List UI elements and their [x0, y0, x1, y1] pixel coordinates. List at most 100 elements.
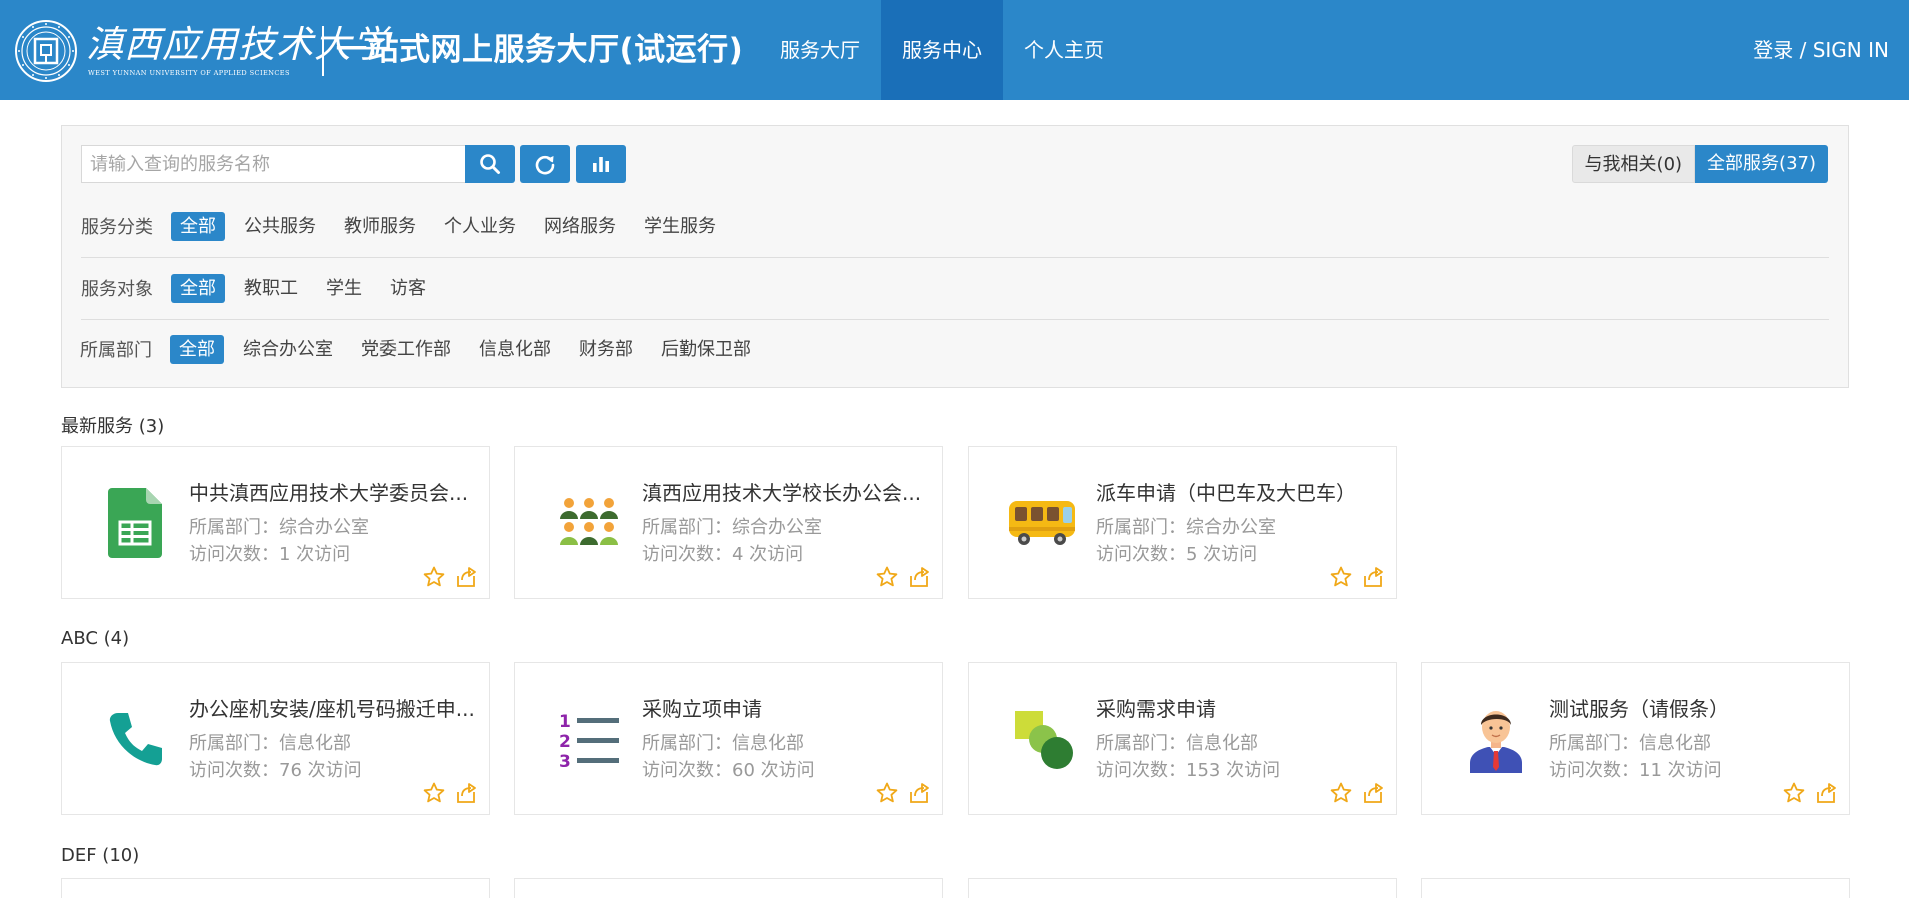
filter-chip-finance[interactable]: 财务部 [570, 335, 642, 364]
filter-label: 服务对象 [81, 279, 153, 300]
share-icon[interactable] [1361, 565, 1385, 589]
filter-chip-student[interactable]: 学生 [317, 274, 371, 303]
service-scope-toggle: 与我相关(0) 全部服务(37) [1571, 145, 1828, 183]
service-card[interactable]: 测试服务（请假条） 所属部门：信息化部 访问次数：11 次访问 [1421, 662, 1850, 815]
nav-item-service-hall[interactable]: 服务大厅 [759, 0, 881, 100]
related-to-me-button[interactable]: 与我相关(0) [1571, 145, 1696, 183]
card-department: 所属部门：综合办公室 [642, 517, 822, 538]
filter-chip-visitor[interactable]: 访客 [381, 274, 435, 303]
service-card[interactable]: 中共滇西应用技术大学委员会... 所属部门：综合办公室 访问次数：1 次访问 [61, 446, 490, 599]
filter-chip-party-work[interactable]: 党委工作部 [352, 335, 460, 364]
school-name-en: WEST YUNNAN UNIVERSITY OF APPLIED SCIENC… [88, 69, 290, 77]
person-icon [1470, 711, 1522, 773]
numbered-list-icon: 1 2 3 [559, 712, 619, 769]
section-title-def: DEF (10) [61, 845, 140, 866]
filter-chip-logistics-security[interactable]: 后勤保卫部 [652, 335, 760, 364]
card-visits: 访问次数：4 次访问 [642, 544, 804, 565]
card-visits: 访问次数：60 次访问 [642, 760, 815, 781]
filter-divider [81, 319, 1829, 320]
share-icon[interactable] [1361, 781, 1385, 805]
filter-chip-department-all[interactable]: 全部 [170, 334, 224, 364]
filter-chip-audience-all[interactable]: 全部 [171, 273, 225, 303]
card-department: 所属部门：综合办公室 [189, 517, 369, 538]
bar-chart-icon [593, 157, 609, 172]
filter-chip-personal[interactable]: 个人业务 [435, 212, 525, 241]
card-visits: 访问次数：1 次访问 [189, 544, 351, 565]
service-card[interactable]: 办公座机安装/座机号码搬迁申... 所属部门：信息化部 访问次数：76 次访问 [61, 662, 490, 815]
favorite-star-icon[interactable] [875, 781, 899, 805]
filter-chip-staff[interactable]: 教职工 [235, 274, 307, 303]
school-logo[interactable]: 滇西应用技术大学 WEST YUNNAN UNIVERSITY OF APPLI… [14, 18, 389, 84]
card-visits: 访问次数：5 次访问 [1096, 544, 1258, 565]
service-card[interactable] [1421, 878, 1850, 898]
card-visits: 访问次数：76 次访问 [189, 760, 362, 781]
filter-chip-category-all[interactable]: 全部 [171, 211, 225, 241]
filter-chip-it-department[interactable]: 信息化部 [470, 335, 560, 364]
section-title-abc: ABC (4) [61, 628, 130, 649]
card-title[interactable]: 办公座机安装/座机号码搬迁申... [189, 693, 479, 722]
filter-row-audience: 服务对象 全部 教职工 学生 访客 [81, 270, 1829, 306]
card-visits: 访问次数：153 次访问 [1096, 760, 1281, 781]
portal-title: 一站式网上服务大厅(试运行) [336, 32, 744, 68]
header-divider [322, 26, 324, 76]
spreadsheet-icon [108, 488, 162, 558]
favorite-star-icon[interactable] [422, 781, 446, 805]
service-card[interactable] [61, 878, 490, 898]
favorite-star-icon[interactable] [1329, 781, 1353, 805]
share-icon[interactable] [907, 565, 931, 589]
card-title[interactable]: 滇西应用技术大学校长办公会... [642, 477, 932, 506]
search-button[interactable] [465, 145, 515, 183]
filter-row-department: 所属部门 全部 综合办公室 党委工作部 信息化部 财务部 后勤保卫部 [80, 331, 1828, 367]
svg-text:3: 3 [559, 752, 571, 769]
top-header: 滇西应用技术大学 WEST YUNNAN UNIVERSITY OF APPLI… [0, 0, 1909, 100]
filter-divider [81, 257, 1829, 258]
filter-chip-general-office[interactable]: 综合办公室 [234, 335, 342, 364]
login-link[interactable]: 登录 / SIGN IN [1753, 0, 1889, 100]
service-card[interactable]: 滇西应用技术大学校长办公会... 所属部门：综合办公室 访问次数：4 次访问 [514, 446, 943, 599]
search-icon [480, 154, 500, 174]
phone-icon [109, 713, 162, 766]
card-title[interactable]: 采购需求申请 [1096, 693, 1386, 722]
svg-text:2: 2 [559, 732, 571, 752]
favorite-star-icon[interactable] [1329, 565, 1353, 589]
card-title[interactable]: 采购立项申请 [642, 693, 932, 722]
service-card[interactable]: 1 2 3 采购立项申请 所属部门：信息化部 访问次数：60 次访问 [514, 662, 943, 815]
bus-icon [1009, 501, 1075, 545]
refresh-icon [535, 155, 555, 175]
favorite-star-icon[interactable] [422, 565, 446, 589]
share-icon[interactable] [1814, 781, 1838, 805]
card-visits: 访问次数：11 次访问 [1549, 760, 1722, 781]
share-icon[interactable] [454, 781, 478, 805]
search-input[interactable] [81, 145, 465, 183]
favorite-star-icon[interactable] [1782, 781, 1806, 805]
filter-chip-teacher[interactable]: 教师服务 [335, 212, 425, 241]
school-seal-icon [15, 20, 77, 82]
service-card[interactable]: 采购需求申请 所属部门：信息化部 访问次数：153 次访问 [968, 662, 1397, 815]
service-card[interactable]: 派车申请（中巴车及大巴车） 所属部门：综合办公室 访问次数：5 次访问 [968, 446, 1397, 599]
share-icon[interactable] [454, 565, 478, 589]
card-department: 所属部门：信息化部 [1549, 733, 1711, 754]
favorite-star-icon[interactable] [875, 565, 899, 589]
all-services-button[interactable]: 全部服务(37) [1695, 145, 1828, 183]
card-title[interactable]: 测试服务（请假条） [1549, 693, 1839, 722]
card-title[interactable]: 中共滇西应用技术大学委员会... [189, 477, 479, 506]
share-icon[interactable] [907, 781, 931, 805]
filter-chip-student-service[interactable]: 学生服务 [635, 212, 725, 241]
nav-item-service-center[interactable]: 服务中心 [881, 0, 1003, 100]
refresh-button[interactable] [520, 145, 570, 183]
card-department: 所属部门：信息化部 [642, 733, 804, 754]
service-card[interactable] [514, 878, 943, 898]
filter-label: 所属部门 [80, 340, 152, 361]
filter-chip-network[interactable]: 网络服务 [535, 212, 625, 241]
section-title-latest: 最新服务 (3) [61, 416, 165, 437]
filter-chip-public[interactable]: 公共服务 [235, 212, 325, 241]
service-card[interactable] [968, 878, 1397, 898]
statistics-button[interactable] [576, 145, 626, 183]
card-title[interactable]: 派车申请（中巴车及大巴车） [1096, 477, 1386, 506]
svg-text:1: 1 [559, 712, 571, 732]
filter-row-category: 服务分类 全部 公共服务 教师服务 个人业务 网络服务 学生服务 [81, 208, 1829, 244]
nav-item-personal-home[interactable]: 个人主页 [1003, 0, 1125, 100]
shapes-icon [1015, 711, 1073, 769]
filter-label: 服务分类 [81, 217, 153, 238]
main-nav: 服务大厅 服务中心 个人主页 [759, 0, 1125, 100]
